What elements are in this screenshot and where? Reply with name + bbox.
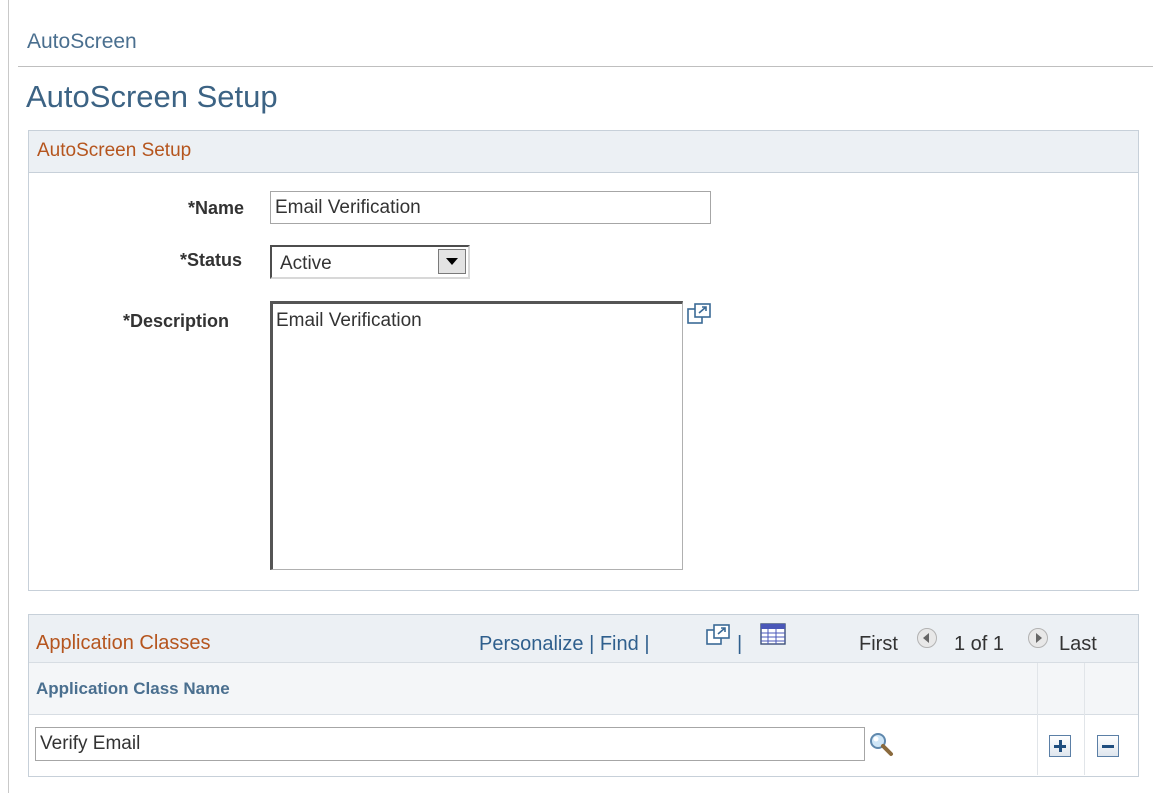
page-range: 1 of 1 (954, 633, 1005, 655)
last-label: Last (1059, 633, 1097, 655)
minus-bar (1102, 745, 1114, 748)
setup-group-header: AutoScreen Setup (29, 131, 1138, 173)
description-label: *Description (123, 311, 230, 331)
lookup-icon[interactable] (868, 731, 894, 757)
next-icon[interactable] (1027, 627, 1049, 649)
personalize-link[interactable]: Personalize (479, 633, 584, 655)
chevron-down-icon[interactable] (438, 249, 466, 274)
page-title: AutoScreen Setup (26, 79, 278, 114)
name-label: *Name (188, 198, 245, 218)
previous-icon[interactable] (916, 627, 938, 649)
toolbar-separator: | (589, 633, 595, 655)
view-all-icon[interactable] (705, 623, 733, 647)
plus-vertical-bar (1059, 740, 1062, 752)
breadcrumb[interactable]: AutoScreen (27, 30, 137, 54)
toolbar-separator: | (737, 633, 743, 655)
grid-header: Application Classes Personalize | Find |… (29, 615, 1138, 663)
first-label: First (859, 633, 898, 655)
breadcrumb-divider (18, 66, 1153, 67)
description-textarea[interactable]: Email Verification (270, 301, 683, 570)
setup-group-title: AutoScreen Setup (37, 140, 192, 161)
column-header-row: Application Class Name (29, 663, 1138, 715)
add-row-icon[interactable] (1049, 735, 1071, 757)
application-class-name-input[interactable] (35, 727, 865, 761)
name-input[interactable] (270, 191, 711, 224)
delete-row-icon[interactable] (1097, 735, 1119, 757)
page-left-rule (8, 0, 9, 793)
status-label: *Status (180, 250, 243, 270)
grid-title: Application Classes (36, 632, 211, 654)
grid-toolbar: Personalize | Find | (479, 633, 650, 656)
column-header-application-class-name: Application Class Name (36, 679, 230, 698)
expand-icon[interactable] (686, 302, 714, 326)
application-classes-grid: Application Classes Personalize | Find |… (28, 614, 1139, 777)
download-icon[interactable] (760, 623, 786, 645)
find-link[interactable]: Find (600, 633, 639, 655)
column-divider (1084, 663, 1085, 775)
column-divider (1037, 663, 1038, 775)
status-select-value: Active (280, 253, 332, 274)
status-select[interactable]: Active (270, 245, 470, 279)
toolbar-separator: | (644, 633, 650, 655)
